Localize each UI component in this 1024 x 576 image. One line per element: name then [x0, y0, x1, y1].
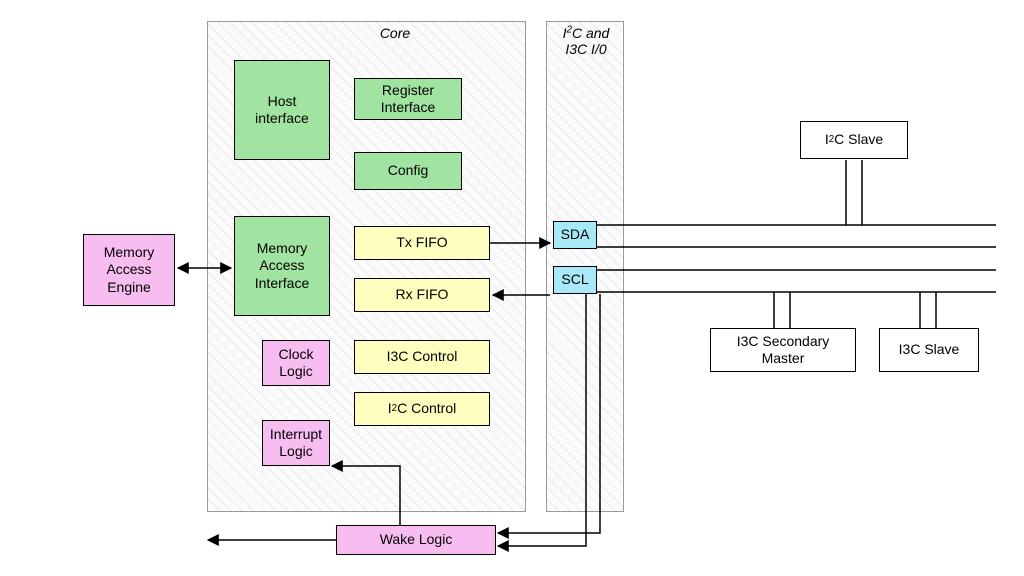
tx-fifo: Tx FIFO [354, 226, 490, 260]
memory-access-interface: MemoryAccessInterface [234, 216, 330, 316]
scl-pad: SCL [553, 266, 597, 294]
i3c-control: I3C Control [354, 340, 490, 374]
sda-pad: SDA [553, 221, 597, 249]
i2c-control: I2C Control [354, 392, 490, 426]
clock-logic: ClockLogic [262, 340, 330, 386]
i3c-slave: I3C Slave [879, 328, 979, 372]
i2c-slave: I2C Slave [800, 121, 908, 159]
host-interface: Hostinterface [234, 60, 330, 160]
wake-logic: Wake Logic [336, 525, 496, 555]
i3c-secondary-master: I3C SecondaryMaster [710, 328, 856, 372]
memory-access-engine: MemoryAccessEngine [83, 234, 175, 306]
interrupt-logic: InterruptLogic [262, 420, 330, 466]
rx-fifo: Rx FIFO [354, 278, 490, 312]
config: Config [354, 152, 462, 190]
register-interface: RegisterInterface [354, 78, 462, 120]
